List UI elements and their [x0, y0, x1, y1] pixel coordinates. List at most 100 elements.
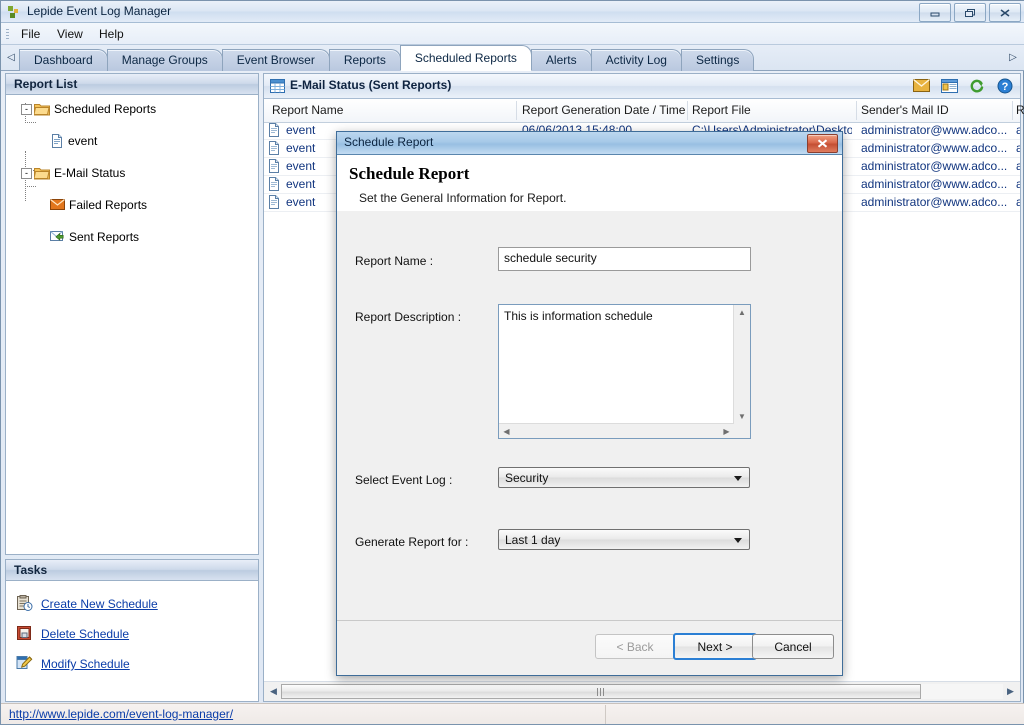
report-list-tree: - Scheduled Reports event - E-Mail Statu… [6, 95, 258, 554]
report-description-label: Report Description : [355, 310, 462, 324]
report-list-header: Report List [6, 74, 258, 95]
report-list-panel: Report List - Scheduled Reports event - … [5, 73, 259, 555]
column-header-report-file[interactable]: Report File [692, 103, 751, 117]
column-header-r[interactable]: R [1016, 103, 1024, 117]
tree-item-event[interactable]: event [6, 133, 258, 149]
menu-help[interactable]: Help [93, 26, 130, 42]
delete-schedule-icon [16, 625, 33, 644]
scrollbar-corner [734, 424, 750, 438]
tree-item-sent-reports[interactable]: Sent Reports [6, 229, 258, 245]
document-icon [268, 195, 281, 209]
statusbar-link[interactable]: http://www.lepide.com/event-log-manager/ [9, 707, 233, 721]
task-modify-schedule[interactable]: Modify Schedule [16, 655, 130, 673]
tasks-panel: Tasks Create New Schedule Delete Schedul… [5, 559, 259, 702]
tab-manage-groups[interactable]: Manage Groups [106, 49, 223, 71]
tab-scheduled-reports[interactable]: Scheduled Reports [399, 45, 532, 71]
tree-item-email-status[interactable]: - E-Mail Status [6, 165, 258, 181]
report-properties-icon[interactable] [940, 77, 958, 94]
minimize-button[interactable] [919, 3, 951, 22]
tab-scroll-right-icon[interactable]: ▷ [1005, 47, 1021, 68]
statusbar: http://www.lepide.com/event-log-manager/ [1, 703, 1024, 724]
description-vertical-scrollbar[interactable]: ▲ ▼ [733, 305, 750, 424]
cell-sender-mail-id: administrator@www.adco... [861, 177, 1008, 191]
restore-button[interactable] [954, 3, 986, 22]
select-event-log-value: Security [505, 471, 549, 485]
help-icon[interactable]: ? [996, 77, 1014, 94]
column-divider[interactable] [516, 101, 517, 120]
application-window: Lepide Event Log Manager File View Help [0, 0, 1024, 725]
task-link[interactable]: Modify Schedule [41, 657, 130, 671]
cell-sender-mail-id: administrator@www.adco... [861, 159, 1008, 173]
report-description-value: This is information schedule [504, 309, 653, 323]
tree-expander-icon[interactable]: - [21, 168, 32, 179]
scroll-left-icon[interactable]: ◀ [499, 424, 514, 438]
tab-reports[interactable]: Reports [328, 49, 401, 71]
scroll-track[interactable] [281, 684, 1003, 699]
description-horizontal-scrollbar[interactable]: ◀ ▶ [499, 423, 734, 438]
menubar-grip[interactable] [6, 29, 9, 40]
scroll-left-icon[interactable]: ◀ [266, 684, 281, 699]
tree-label: event [68, 134, 98, 148]
grid-horizontal-scrollbar[interactable]: ◀ ▶ [264, 681, 1020, 701]
column-header-senders-mail-id[interactable]: Sender's Mail ID [861, 103, 949, 117]
tab-alerts[interactable]: Alerts [530, 49, 592, 71]
scroll-right-icon[interactable]: ▶ [1003, 684, 1018, 699]
tree-label: E-Mail Status [54, 166, 126, 180]
dialog-subheading: Set the General Information for Report. [359, 191, 567, 205]
modify-schedule-icon [16, 655, 33, 674]
tree-item-failed-reports[interactable]: Failed Reports [6, 197, 258, 213]
generate-report-for-dropdown[interactable]: Last 1 day [498, 529, 750, 550]
chevron-down-icon [734, 476, 742, 481]
refresh-icon[interactable] [968, 77, 986, 94]
back-button[interactable]: < Back [595, 634, 675, 659]
column-divider[interactable] [687, 101, 688, 120]
report-name-input[interactable]: schedule security [498, 247, 751, 271]
dialog-close-button[interactable] [807, 134, 838, 153]
dialog-footer: < Back Next > Cancel [337, 620, 842, 675]
cancel-button[interactable]: Cancel [752, 634, 834, 659]
cell-r: a [1016, 195, 1020, 209]
menu-view[interactable]: View [51, 26, 89, 42]
tab-activity-log[interactable]: Activity Log [590, 49, 682, 71]
column-divider[interactable] [856, 101, 857, 120]
scroll-up-icon[interactable]: ▲ [734, 305, 750, 320]
tree-label: Scheduled Reports [54, 102, 157, 116]
close-button[interactable] [989, 3, 1021, 22]
column-header-report-name[interactable]: Report Name [272, 103, 343, 117]
task-link[interactable]: Delete Schedule [41, 627, 129, 641]
menu-file[interactable]: File [15, 26, 46, 42]
next-button[interactable]: Next > [673, 633, 757, 660]
cell-r: a [1016, 177, 1020, 191]
scroll-thumb[interactable] [281, 684, 921, 699]
mail-failed-icon [50, 198, 66, 212]
tree-expander-icon[interactable]: - [21, 104, 32, 115]
document-icon [50, 134, 66, 148]
mail-icon[interactable] [912, 77, 930, 94]
cell-sender-mail-id: administrator@www.adco... [861, 141, 1008, 155]
scroll-down-icon[interactable]: ▼ [734, 409, 750, 424]
column-header-report-generation-date-time[interactable]: Report Generation Date / Time [522, 103, 685, 117]
scroll-right-icon[interactable]: ▶ [719, 424, 734, 438]
report-description-textarea[interactable]: This is information schedule ▲ ▼ ◀ ▶ [498, 304, 751, 439]
task-create-new-schedule[interactable]: Create New Schedule [16, 594, 158, 613]
cell-r: a [1016, 123, 1020, 137]
tree-item-scheduled-reports[interactable]: - Scheduled Reports [6, 101, 258, 117]
tab-event-browser[interactable]: Event Browser [221, 49, 330, 71]
grid-title: E-Mail Status (Sent Reports) [290, 78, 452, 92]
window-controls [919, 3, 1021, 22]
cell-sender-mail-id: administrator@www.adco... [861, 123, 1008, 137]
left-panel: Report List - Scheduled Reports event - … [5, 73, 259, 702]
tab-settings[interactable]: Settings [680, 49, 755, 71]
task-link[interactable]: Create New Schedule [41, 597, 158, 611]
main-tabstrip: ◁ ▷ Dashboard Manage Groups Event Browse… [1, 45, 1024, 71]
statusbar-divider [605, 705, 606, 724]
tab-dashboard[interactable]: Dashboard [19, 49, 108, 71]
dialog-body: Report Name : schedule security Report D… [337, 211, 842, 621]
task-delete-schedule[interactable]: Delete Schedule [16, 625, 129, 643]
select-event-log-dropdown[interactable]: Security [498, 467, 750, 488]
column-divider[interactable] [1012, 101, 1013, 120]
window-titlebar: Lepide Event Log Manager [1, 1, 1024, 23]
folder-icon [33, 102, 50, 116]
tasks-header: Tasks [6, 560, 258, 581]
tab-scroll-left-icon[interactable]: ◁ [3, 47, 19, 68]
